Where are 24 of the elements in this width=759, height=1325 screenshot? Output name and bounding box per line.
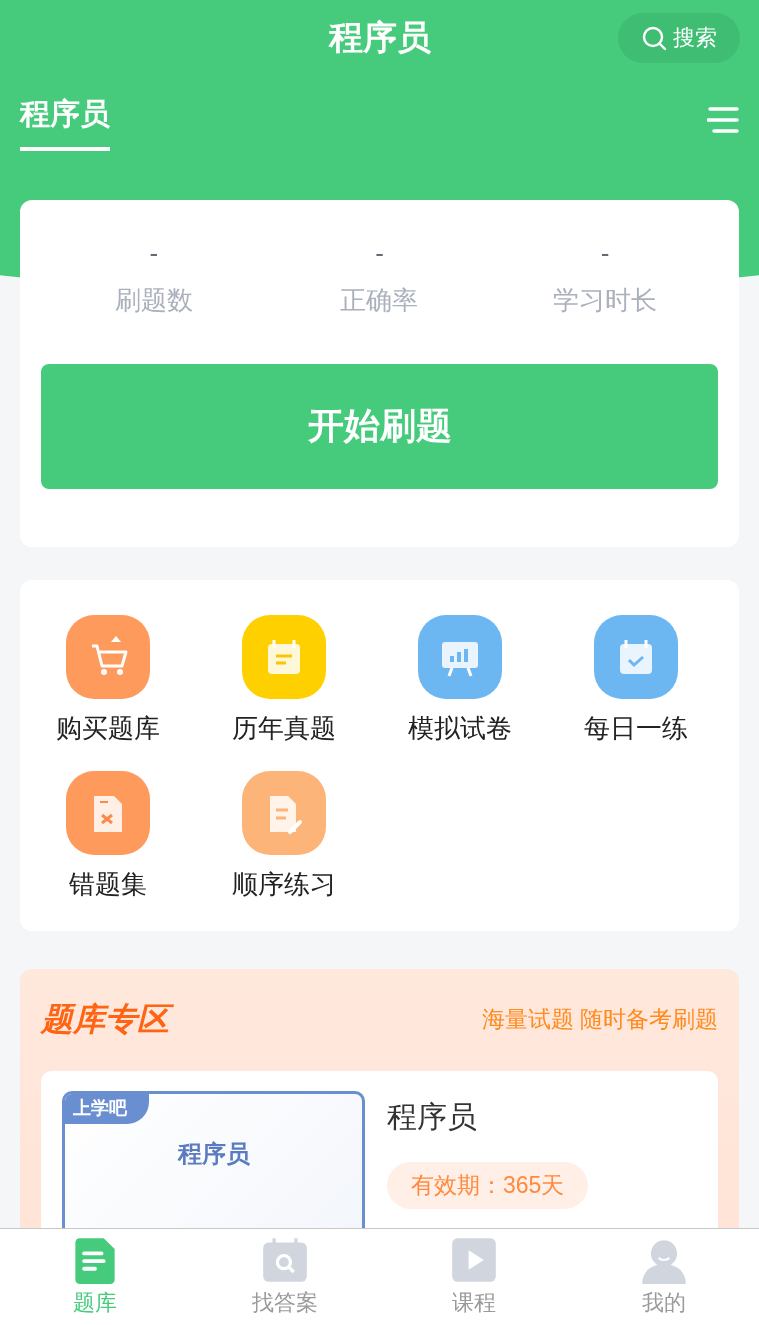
- feature-item[interactable]: 历年真题: [196, 615, 372, 745]
- stat-value: -: [149, 238, 159, 268]
- stat-value: -: [375, 238, 384, 268]
- product-title: 程序员: [387, 1099, 477, 1135]
- feature-item[interactable]: 顺序练习: [196, 771, 372, 901]
- feature-item[interactable]: 错题集: [20, 771, 196, 901]
- stat-label: 正确率: [340, 284, 419, 317]
- menu-icon[interactable]: [707, 106, 739, 134]
- stat-value: -: [600, 238, 610, 268]
- validity-tag: 有效期：365天: [387, 1162, 589, 1209]
- cover-title: 程序员: [177, 1139, 250, 1169]
- cover-brand: 上学吧: [65, 1094, 149, 1124]
- stat-label: 学习时长: [553, 284, 658, 317]
- zone-title: 题库专区: [41, 997, 177, 1041]
- stat-label: 刷题数: [114, 284, 193, 317]
- search-icon: [641, 25, 667, 51]
- feature-item[interactable]: 每日一练: [548, 615, 724, 745]
- zone-subtitle: 海量试题 随时备考刷题: [481, 1004, 718, 1034]
- page-title: 程序员: [328, 17, 431, 58]
- feature-item[interactable]: 模拟试卷: [372, 615, 548, 745]
- calendar-search-icon: [260, 1236, 309, 1284]
- feature-item[interactable]: 购买题库: [20, 615, 196, 745]
- play-icon: [450, 1236, 499, 1284]
- product-card[interactable]: 上学吧 程序员 程序员 有效期：365天: [41, 1071, 718, 1228]
